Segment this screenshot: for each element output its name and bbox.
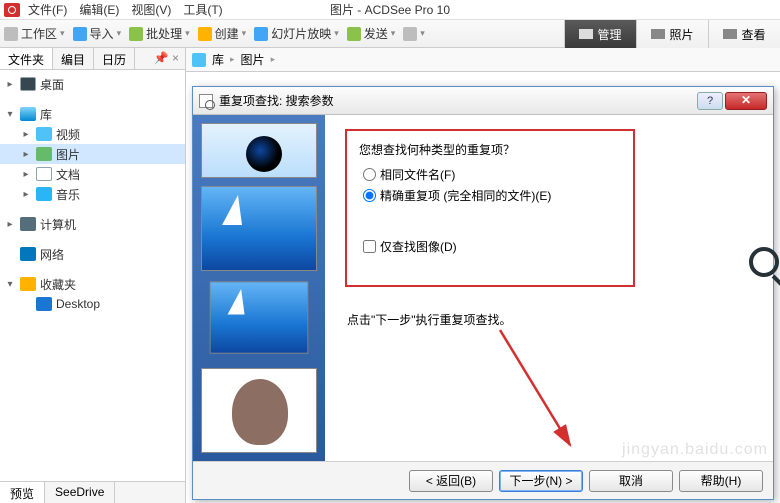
duplicate-finder-dialog: 重复项查找: 搜索参数 ? ✕ 您想查找何种类型的重复项？ 相同文件名(F) 精… [192, 86, 774, 500]
tree-music[interactable]: ▸音乐 [0, 184, 185, 204]
eye-image [201, 123, 317, 178]
highlighted-options: 您想查找何种类型的重复项？ 相同文件名(F) 精确重复项 (完全相同的文件)(E… [345, 129, 635, 287]
tree-fav-desktop[interactable]: ▸Desktop [0, 294, 185, 314]
checkbox-images-only-label: 仅查找图像(D) [380, 238, 457, 255]
boat-image-1 [201, 186, 317, 271]
pin-icon[interactable]: 📌 × [148, 48, 185, 69]
create-button[interactable]: 创建▾ [198, 25, 247, 42]
sidebar-bottom-tabs: 预览 SeeDrive [0, 481, 185, 503]
workspace-button[interactable]: 工作区▾ [4, 25, 65, 42]
checkbox-images-only[interactable]: 仅查找图像(D) [363, 238, 621, 255]
tab-preview[interactable]: 预览 [0, 482, 45, 503]
menu-bar: 文件(F) 编辑(E) 视图(V) 工具(T) 图片 - ACDSee Pro … [0, 0, 780, 20]
help-button[interactable]: ? [697, 92, 723, 110]
tree-documents[interactable]: ▸文档 [0, 164, 185, 184]
tree-desktop[interactable]: ▸桌面 [0, 74, 185, 94]
tree-favorites[interactable]: ▾收藏夹 [0, 274, 185, 294]
cancel-button[interactable]: 取消 [589, 470, 673, 492]
hint-text: 点击"下一步"执行重复项查找。 [347, 311, 765, 328]
radio-same-filename-label: 相同文件名(F) [380, 166, 455, 183]
dialog-title: 重复项查找: 搜索参数 [219, 92, 334, 109]
sidebar-tabs: 文件夹 编目 日历 📌 × [0, 48, 185, 70]
import-button[interactable]: 导入▾ [73, 25, 122, 42]
tab-folders[interactable]: 文件夹 [0, 48, 53, 69]
dialog-footer: < 返回(B) 下一步(N) > 取消 帮助(H) [193, 461, 773, 499]
menu-view[interactable]: 视图(V) [131, 1, 171, 18]
question-label: 您想查找何种类型的重复项？ [359, 141, 621, 158]
batch-button[interactable]: 批处理▾ [129, 25, 190, 42]
mode-photo[interactable]: 照片 [636, 20, 708, 48]
watermark: jingyan.baidu.com [622, 441, 768, 459]
checkbox-images-only-input[interactable] [363, 240, 376, 253]
sidebar: 文件夹 编目 日历 📌 × ▸桌面 ▾库 ▸视频 ▸图片 ▸文档 ▸音乐 ▸计算… [0, 48, 186, 503]
menu-edit[interactable]: 编辑(E) [79, 1, 119, 18]
help-footer-button[interactable]: 帮助(H) [679, 470, 763, 492]
mode-view[interactable]: 查看 [708, 20, 780, 48]
folder-tree: ▸桌面 ▾库 ▸视频 ▸图片 ▸文档 ▸音乐 ▸计算机 ▸网络 ▾收藏夹 ▸De… [0, 70, 185, 481]
boat-image-2 [210, 281, 309, 353]
dialog-icon [199, 94, 213, 108]
window-title: 图片 - ACDSee Pro 10 [330, 1, 450, 18]
radio-exact-duplicate-input[interactable] [363, 189, 376, 202]
mode-bar: 管理 照片 查看 [564, 20, 780, 48]
radio-exact-duplicate-label: 精确重复项 (完全相同的文件)(E) [380, 187, 551, 204]
mode-manage[interactable]: 管理 [564, 20, 636, 48]
dialog-titlebar[interactable]: 重复项查找: 搜索参数 ? ✕ [193, 87, 773, 115]
close-button[interactable]: ✕ [725, 92, 767, 110]
tree-library[interactable]: ▾库 [0, 104, 185, 124]
breadcrumb-current[interactable]: 图片 [241, 51, 265, 68]
wizard-graphic [193, 115, 325, 461]
tree-network[interactable]: ▸网络 [0, 244, 185, 264]
radio-same-filename[interactable]: 相同文件名(F) [363, 166, 621, 183]
tree-computer[interactable]: ▸计算机 [0, 214, 185, 234]
send-button[interactable]: 发送▾ [347, 25, 396, 42]
breadcrumb[interactable]: 库▸ 图片▸ [186, 48, 780, 72]
menu-tools[interactable]: 工具(T) [183, 1, 222, 18]
next-button[interactable]: 下一步(N) > [499, 470, 583, 492]
menu-file[interactable]: 文件(F) [28, 1, 67, 18]
location-icon [192, 53, 206, 67]
radio-exact-duplicate[interactable]: 精确重复项 (完全相同的文件)(E) [363, 187, 621, 204]
back-button[interactable]: < 返回(B) [409, 470, 493, 492]
breadcrumb-root[interactable]: 库 [212, 51, 224, 68]
tab-calendar[interactable]: 日历 [94, 48, 135, 69]
tab-catalog[interactable]: 编目 [53, 48, 94, 69]
slideshow-button[interactable]: 幻灯片放映▾ [254, 25, 339, 42]
tab-seedrive[interactable]: SeeDrive [45, 482, 115, 503]
more-button[interactable]: ▾ [403, 27, 425, 41]
app-icon [4, 3, 20, 17]
tree-video[interactable]: ▸视频 [0, 124, 185, 144]
tree-pictures[interactable]: ▸图片 [0, 144, 185, 164]
radio-same-filename-input[interactable] [363, 168, 376, 181]
face-image [201, 368, 317, 453]
